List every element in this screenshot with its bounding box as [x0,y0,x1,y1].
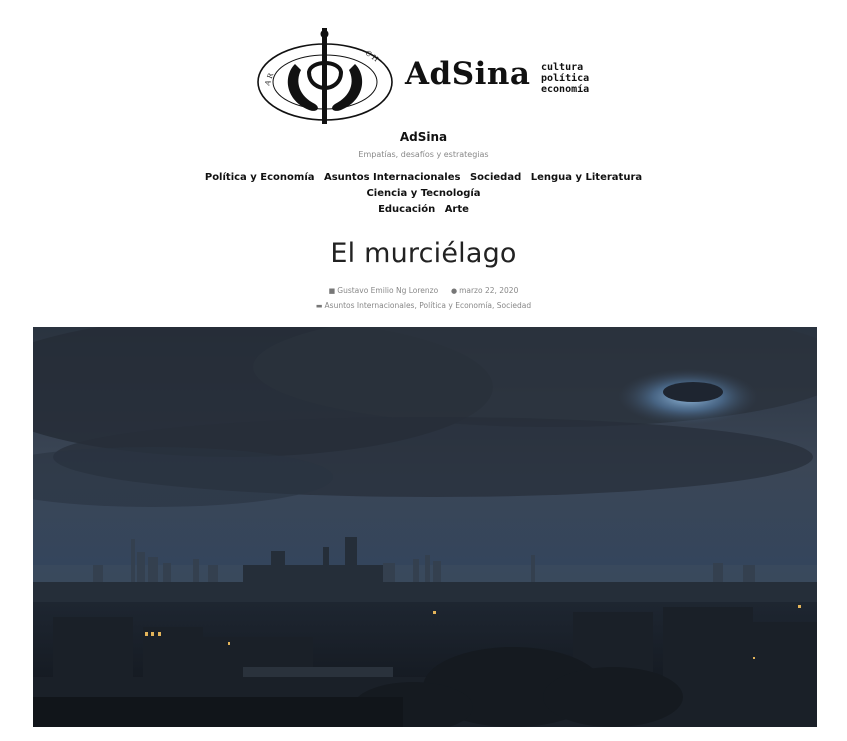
post-meta: ■ Gustavo Emilio Ng Lorenzo ● marzo 22, 20… [0,286,847,295]
clock-icon: ● [450,287,458,295]
post-categories: ▬ Asuntos Internacionales, Política y Eco… [0,301,847,310]
nav-item-sociedad[interactable]: Sociedad [470,172,521,183]
site-logo[interactable]: seal A R C H AdSina cultura política eco… [255,24,600,126]
main-navigation: Política y Economía Asuntos Internaciona… [150,170,697,218]
nav-item-ciencia-tecnologia[interactable]: Ciencia y Tecnología [366,188,480,199]
post-date[interactable]: marzo 22, 2020 [459,286,518,295]
category-link[interactable]: Sociedad [497,301,531,310]
nav-item-educacion[interactable]: Educación [378,204,435,215]
category-link[interactable]: Política y Economía [419,301,492,310]
nav-item-asuntos-internacionales[interactable]: Asuntos Internacionales [324,172,460,183]
site-description: Empatías, desafíos y estrategias [358,150,489,159]
svg-text:C H: C H [364,49,380,63]
logo-tagline-line: política [541,73,590,84]
person-icon: ■ [328,287,336,295]
site-title[interactable]: AdSina [0,130,847,144]
city-skyline-image [33,327,817,727]
featured-image [33,327,817,727]
post-title: El murciélago [330,238,517,269]
logo-wordmark: AdSina [405,56,531,92]
folder-icon: ▬ [315,302,323,310]
nav-item-lengua-literatura[interactable]: Lengua y Literatura [531,172,642,183]
category-link[interactable]: Asuntos Internacionales [325,301,415,310]
seal-logo-icon: seal A R C H [257,28,393,124]
nav-item-arte[interactable]: Arte [445,204,469,215]
post-author[interactable]: Gustavo Emilio Ng Lorenzo [337,286,438,295]
logo-tagline: cultura política economía [541,62,589,95]
logo-tagline-line: cultura [541,62,584,73]
logo-tagline-line: economía [541,84,590,95]
nav-item-politica-economia[interactable]: Política y Economía [205,172,315,183]
